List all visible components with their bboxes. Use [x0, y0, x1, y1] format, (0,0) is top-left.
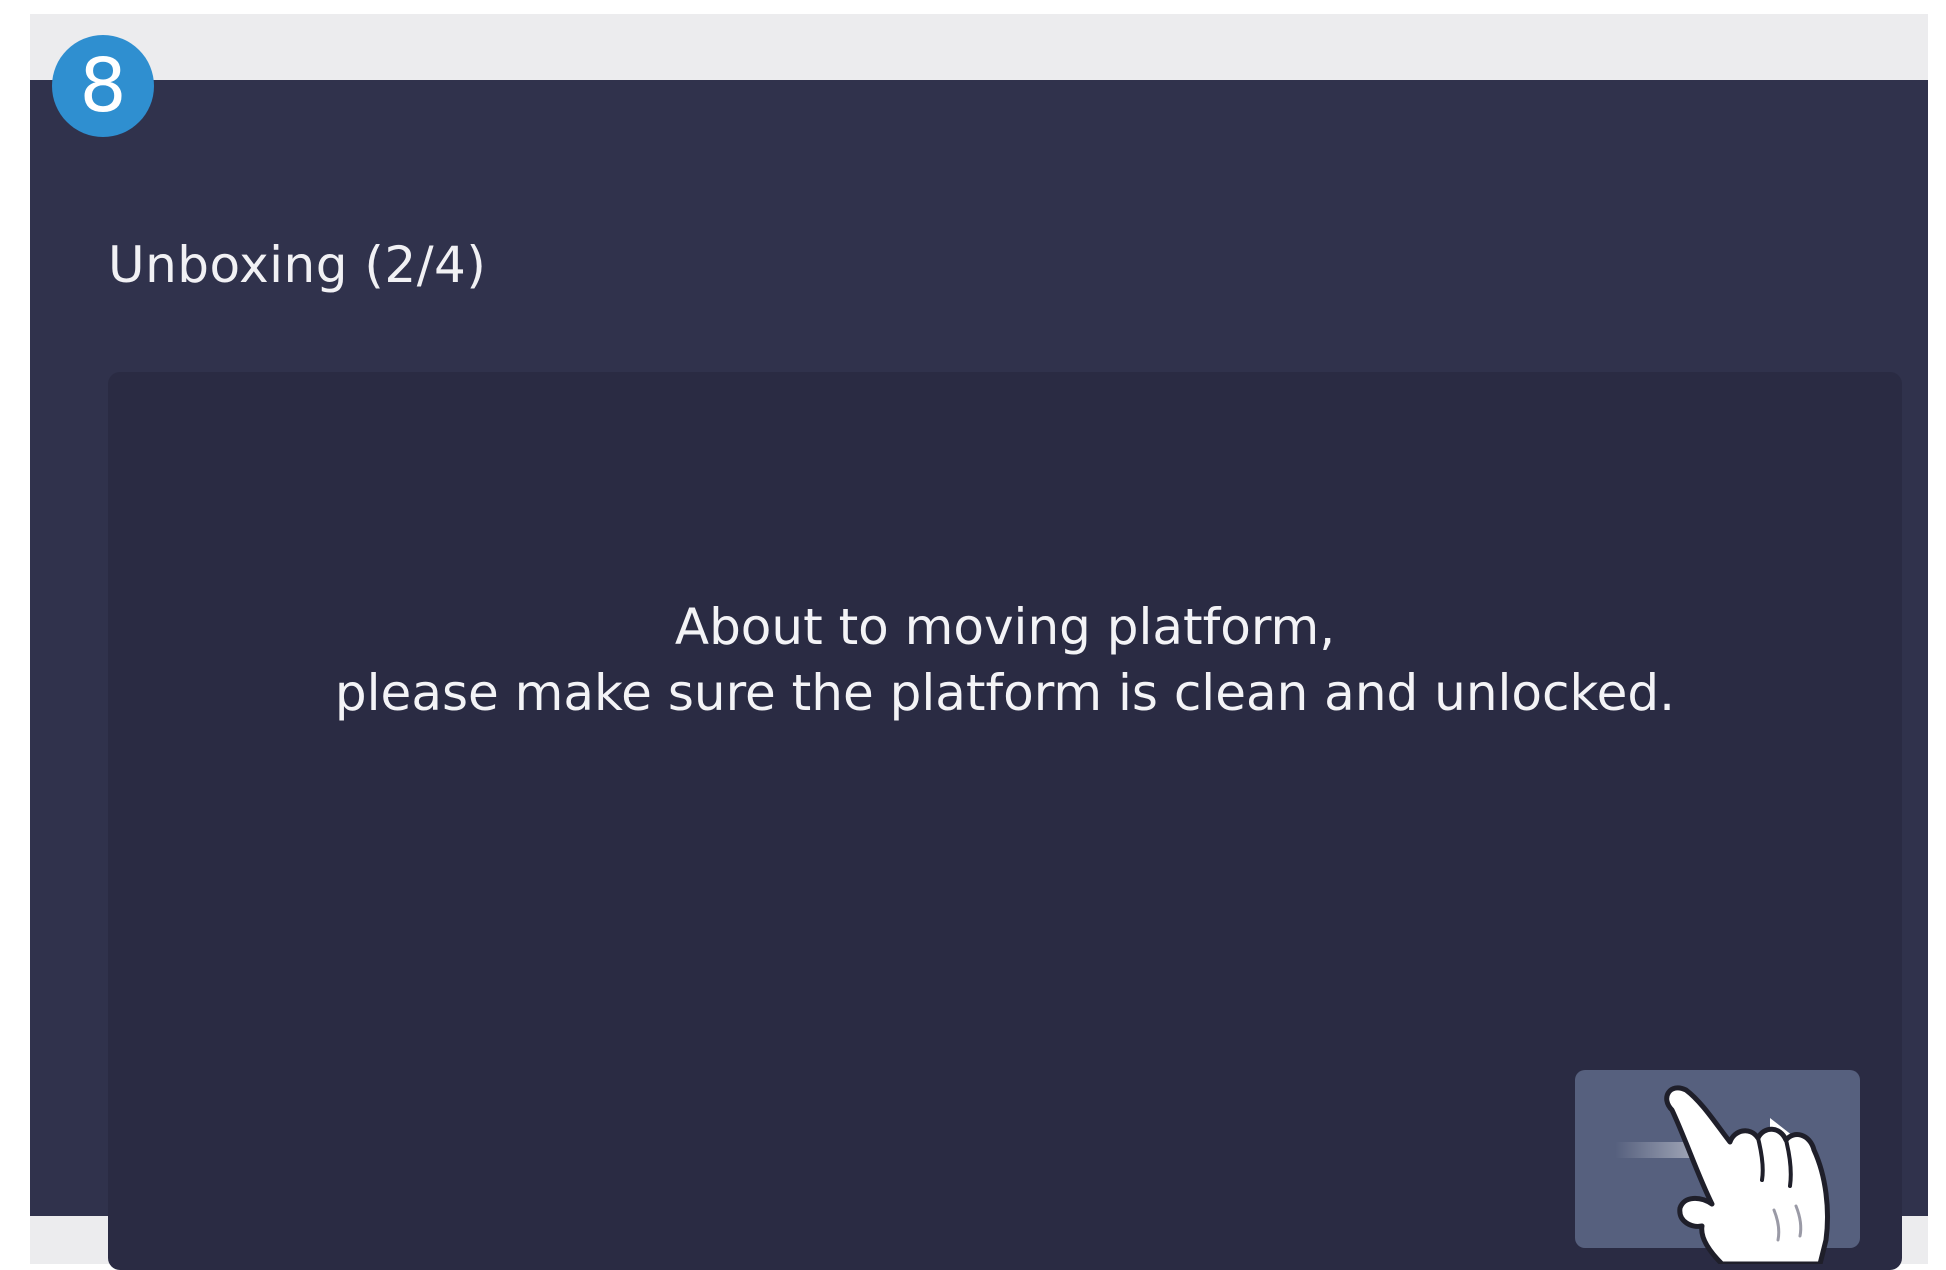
message-line-1: About to moving platform, — [674, 598, 1336, 656]
screen: Unboxing (2/4) About to moving platform,… — [30, 80, 1928, 1270]
message-line-2: please make sure the platform is clean a… — [334, 664, 1676, 722]
instruction-message: About to moving platform, please make su… — [108, 594, 1902, 726]
step-number-badge: 8 — [52, 35, 154, 137]
hand-pointer-icon — [1664, 1085, 1830, 1264]
page-title: Unboxing (2/4) — [108, 236, 487, 294]
